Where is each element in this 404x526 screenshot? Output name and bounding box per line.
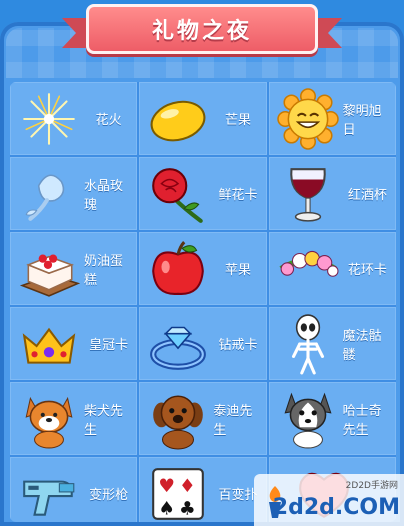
gift-label: 花火 (95, 113, 122, 128)
gift-label: 魔法骷髅 (342, 328, 382, 363)
svg-text:♠: ♠ (159, 499, 176, 520)
gift-item-diamond-ring[interactable]: 钻戒卡 (139, 307, 267, 380)
gift-item-crown[interactable]: 皇冠卡 (10, 307, 138, 380)
gift-item-rose[interactable]: 鲜花卡 (139, 157, 267, 230)
husky-dog-icon (284, 392, 332, 449)
rose-icon (152, 168, 204, 223)
crystal-rose-icon (25, 174, 65, 221)
title-ribbon: 礼物之夜 (62, 0, 342, 66)
gift-label: 哈士奇先生 (342, 403, 382, 438)
apple-icon (152, 241, 205, 295)
sun-icon (276, 88, 339, 150)
wine-glass-icon (289, 168, 326, 222)
watermark-site-cn: 2D2D手游网 (345, 481, 398, 491)
gift-label: 芒果 (224, 113, 251, 128)
gift-item-shiba[interactable]: 柴犬先生 (10, 382, 138, 455)
gift-label: 红酒杯 (347, 188, 387, 203)
watermark-site-en: 2d2d.COM (272, 495, 400, 520)
svg-text:♣: ♣ (179, 499, 196, 520)
gift-item-teddy[interactable]: 泰迪先生 (139, 382, 267, 455)
gift-item-playing-cards[interactable]: ♥ ♦ ♠ ♣ 百变扑 (139, 457, 267, 522)
gift-label: 苹果 (224, 263, 251, 278)
gift-item-wine-glass[interactable]: 红酒杯 (268, 157, 396, 230)
gift-label: 鲜花卡 (218, 188, 258, 203)
gift-item-mango[interactable]: 芒果 (139, 82, 267, 155)
svg-text:♦: ♦ (179, 476, 196, 497)
diamond-ring-icon (150, 326, 207, 370)
gift-item-husky[interactable]: 哈士奇先生 (268, 382, 396, 455)
playing-cards-icon: ♥ ♦ ♠ ♣ (152, 468, 205, 520)
gift-item-crystal-rose[interactable]: 水晶玫瑰 (10, 157, 138, 230)
shiba-dog-icon (25, 396, 73, 449)
toy-gun-icon (23, 480, 75, 516)
gift-label: 花环卡 (347, 263, 387, 278)
mango-icon (150, 100, 206, 142)
gift-label: 柴犬先生 (84, 403, 124, 438)
gift-label: 皇冠卡 (89, 338, 129, 353)
gift-label: 钻戒卡 (218, 338, 258, 353)
skeleton-icon (291, 314, 324, 375)
ribbon-banner: 礼物之夜 (86, 4, 318, 54)
teddy-dog-icon (153, 395, 204, 450)
svg-text:♥: ♥ (159, 476, 176, 497)
firework-icon (23, 93, 75, 145)
gift-grid: 花火 芒果 黎明旭日 水晶玫瑰 鲜花卡 红酒杯 奶油蛋糕 苹果 花环卡 皇冠卡 … (10, 82, 396, 522)
site-watermark: 2D2D手游网 2d2d.COM (254, 474, 404, 526)
crown-icon (22, 327, 76, 364)
gift-label: 奶油蛋糕 (84, 253, 124, 288)
cake-icon (19, 254, 80, 297)
flower-wreath-icon (279, 250, 339, 277)
page-title: 礼物之夜 (151, 19, 252, 44)
gift-item-cake[interactable]: 奶油蛋糕 (10, 232, 138, 305)
gift-label: 泰迪先生 (213, 403, 253, 438)
gift-item-skeleton[interactable]: 魔法骷髅 (268, 307, 396, 380)
gift-item-toy-gun[interactable]: 变形枪 (10, 457, 138, 522)
gift-label: 变形枪 (89, 488, 129, 503)
gift-item-apple[interactable]: 苹果 (139, 232, 267, 305)
gift-label: 黎明旭日 (342, 103, 382, 138)
gift-item-flower-wreath[interactable]: 花环卡 (268, 232, 396, 305)
gift-item-sun[interactable]: 黎明旭日 (268, 82, 396, 155)
gift-label: 水晶玫瑰 (84, 178, 124, 213)
gift-item-firework[interactable]: 花火 (10, 82, 138, 155)
